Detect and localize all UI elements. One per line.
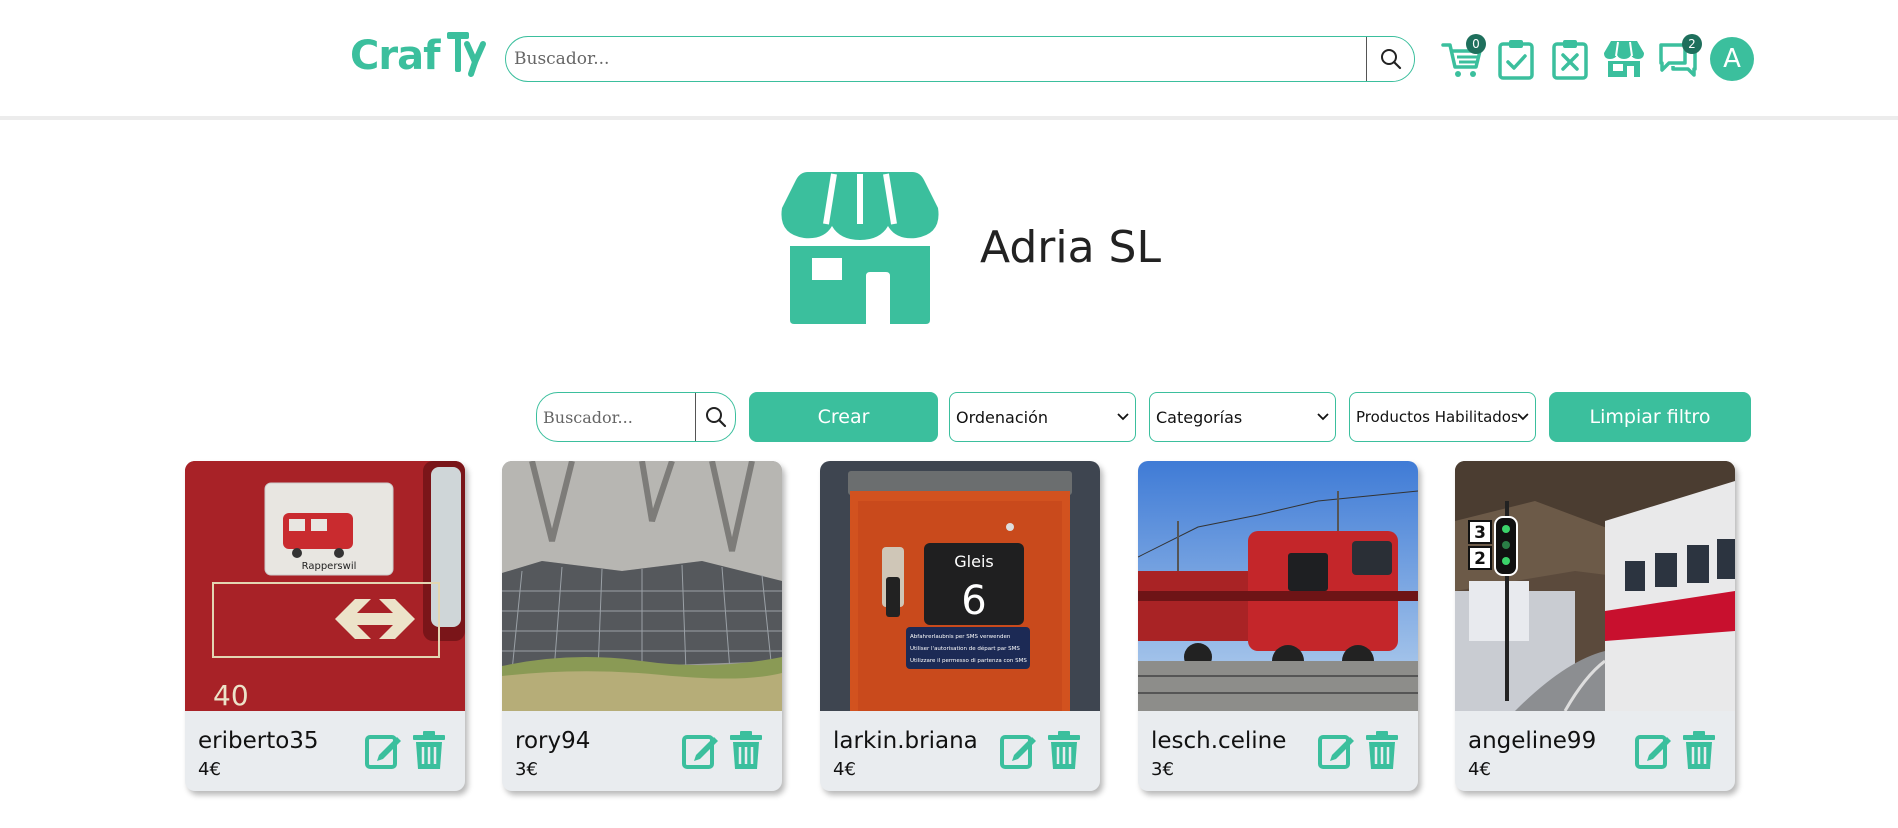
platform-title: Gleis bbox=[954, 552, 993, 571]
crafty-logo[interactable]: Craf bbox=[350, 28, 495, 84]
product-image bbox=[1138, 461, 1418, 711]
product-actions bbox=[682, 731, 764, 769]
product-price: 3€ bbox=[1151, 759, 1174, 780]
header-actions: 0 2 A bbox=[1440, 34, 1754, 84]
sort-select-value: Ordenación bbox=[956, 407, 1049, 427]
product-actions bbox=[1000, 731, 1082, 769]
product-info: lesch.celine 3€ bbox=[1138, 711, 1418, 791]
chevron-down-icon bbox=[1117, 413, 1129, 421]
clipboard-x-icon bbox=[1552, 40, 1588, 80]
shop-store-icon bbox=[781, 172, 939, 324]
product-search-input[interactable] bbox=[537, 393, 695, 441]
cart-button[interactable]: 0 bbox=[1440, 34, 1486, 82]
delete-icon[interactable] bbox=[411, 731, 447, 769]
product-actions bbox=[1635, 731, 1717, 769]
store-button[interactable] bbox=[1602, 36, 1646, 82]
product-card[interactable]: Gleis 6 Abfahrerlaubnis per SMS verwende… bbox=[820, 461, 1100, 791]
edit-icon[interactable] bbox=[1318, 731, 1356, 769]
top-navbar: Craf 0 bbox=[0, 0, 1898, 120]
platform-info-line: Utilizzare il permesso di partenza con S… bbox=[910, 658, 1027, 664]
clear-filter-button[interactable]: Limpiar filtro bbox=[1549, 392, 1751, 442]
delete-icon[interactable] bbox=[1046, 731, 1082, 769]
clipboard-check-icon bbox=[1498, 40, 1534, 80]
products-status-select[interactable]: Productos Habilitados bbox=[1349, 392, 1536, 442]
product-card[interactable]: rory94 3€ bbox=[502, 461, 782, 791]
product-name: angeline99 bbox=[1468, 728, 1597, 754]
edit-icon[interactable] bbox=[1000, 731, 1038, 769]
category-select-value: Categorías bbox=[1156, 407, 1243, 427]
platform-number: 6 bbox=[961, 578, 986, 624]
search-icon bbox=[1380, 49, 1401, 70]
product-name: rory94 bbox=[515, 728, 591, 754]
product-image: Rapperswil 40 bbox=[185, 461, 465, 711]
create-product-button[interactable]: Crear bbox=[749, 392, 938, 442]
rejected-orders-button[interactable] bbox=[1548, 36, 1592, 82]
product-image: Gleis 6 Abfahrerlaubnis per SMS verwende… bbox=[820, 461, 1100, 711]
product-price: 4€ bbox=[1468, 759, 1491, 780]
product-grid: Rapperswil 40 eriberto35 4€ rory94 3€ Gl… bbox=[185, 461, 1735, 791]
delete-icon[interactable] bbox=[1681, 731, 1717, 769]
product-image bbox=[502, 461, 782, 711]
signal-sign-bottom: 2 bbox=[1474, 549, 1486, 569]
search-icon bbox=[705, 407, 726, 428]
product-info: eriberto35 4€ bbox=[185, 711, 465, 791]
car-number: 40 bbox=[213, 679, 249, 711]
edit-icon[interactable] bbox=[1635, 731, 1673, 769]
shop-name: Adria SL bbox=[980, 222, 1161, 273]
messages-button[interactable]: 2 bbox=[1656, 34, 1702, 82]
category-select[interactable]: Categorías bbox=[1149, 392, 1336, 442]
global-search-button[interactable] bbox=[1366, 37, 1414, 81]
product-price: 4€ bbox=[198, 759, 221, 780]
product-search-button[interactable] bbox=[695, 393, 735, 441]
products-status-select-value: Productos Habilitados bbox=[1356, 408, 1518, 426]
product-price: 4€ bbox=[833, 759, 856, 780]
logo-text: Craf bbox=[350, 33, 440, 79]
product-card[interactable]: lesch.celine 3€ bbox=[1138, 461, 1418, 791]
cart-count-badge: 0 bbox=[1466, 34, 1486, 54]
platform-info-line: Utiliser l'autorisation de départ par SM… bbox=[910, 645, 1020, 652]
product-price: 3€ bbox=[515, 759, 538, 780]
product-name: lesch.celine bbox=[1151, 728, 1287, 754]
sort-select[interactable]: Ordenación bbox=[949, 392, 1136, 442]
product-info: larkin.briana 4€ bbox=[820, 711, 1100, 791]
edit-icon[interactable] bbox=[365, 731, 403, 769]
delete-icon[interactable] bbox=[1364, 731, 1400, 769]
chevron-down-icon bbox=[1317, 413, 1329, 421]
product-info: rory94 3€ bbox=[502, 711, 782, 791]
product-search bbox=[536, 392, 736, 442]
product-card[interactable]: 3 2 angeline99 4€ bbox=[1455, 461, 1735, 791]
product-card[interactable]: Rapperswil 40 eriberto35 4€ bbox=[185, 461, 465, 791]
delete-icon[interactable] bbox=[728, 731, 764, 769]
accepted-orders-button[interactable] bbox=[1494, 36, 1538, 82]
global-search-input[interactable] bbox=[506, 37, 1366, 81]
sign-text: Rapperswil bbox=[302, 561, 357, 572]
platform-info-line: Abfahrerlaubnis per SMS verwenden bbox=[910, 634, 1011, 640]
global-search bbox=[505, 36, 1415, 82]
store-icon bbox=[1604, 41, 1644, 77]
logo-tools-icon bbox=[447, 32, 487, 77]
product-name: larkin.briana bbox=[833, 728, 978, 754]
user-avatar[interactable]: A bbox=[1710, 37, 1754, 81]
signal-sign-top: 3 bbox=[1474, 523, 1486, 543]
product-actions bbox=[1318, 731, 1400, 769]
messages-count-badge: 2 bbox=[1682, 34, 1702, 54]
product-info: angeline99 4€ bbox=[1455, 711, 1735, 791]
product-image: 3 2 bbox=[1455, 461, 1735, 711]
product-name: eriberto35 bbox=[198, 728, 319, 754]
product-actions bbox=[365, 731, 447, 769]
edit-icon[interactable] bbox=[682, 731, 720, 769]
chevron-down-icon bbox=[1517, 413, 1529, 421]
